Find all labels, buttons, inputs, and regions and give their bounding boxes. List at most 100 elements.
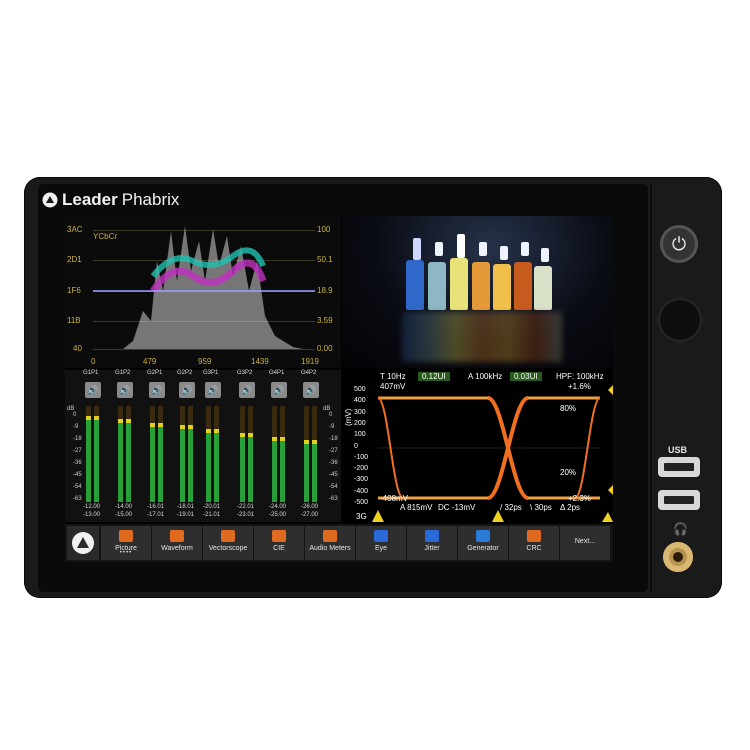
toolbar-button-picture[interactable]: Picture •••• [101,526,151,560]
brand-logo: Leader Phabrix [42,190,179,210]
headphone-jack[interactable] [663,542,693,572]
channel-label: G4P1 [269,370,285,376]
db-scale-tick: 0 [73,412,77,418]
speaker-icon[interactable]: 🔊 [85,382,101,398]
panel-divider [650,184,652,592]
toolbar-button-waveform[interactable]: Waveform [152,526,202,560]
usb-port[interactable] [658,490,700,510]
channel-value: -26.00 [301,504,319,510]
db-scale-tick: -54 [329,484,338,490]
channel-value: -20.01 [203,504,221,510]
page-dots: •••• [119,550,133,556]
picture-panel[interactable] [342,216,613,368]
db-scale-tick: -27 [329,448,338,454]
level-bar [312,442,317,502]
channel-value: -22.01 [237,504,255,510]
usb-port[interactable] [658,457,700,477]
channel-value: -21.01 [203,512,221,518]
wf-right-tick: 3.59 [317,316,333,325]
speaker-icon[interactable]: 🔊 [179,382,195,398]
home-button[interactable] [67,526,99,560]
toolbar-button-crc[interactable]: CRC [509,526,559,560]
toolbar-button-cie[interactable]: CIE [254,526,304,560]
peak-marker [126,419,131,423]
level-bar [206,431,211,502]
waveform-trace [93,226,315,349]
peak-marker [180,425,185,429]
peak-marker [150,423,155,427]
toolbar-button-vectorscope[interactable]: Vectorscope [203,526,253,560]
db-scale-tick: -27 [73,448,82,454]
db-scale-tick: -18 [73,436,82,442]
level-bar [280,439,285,502]
speaker-icon[interactable]: 🔊 [205,382,221,398]
channel-value: -19.01 [177,512,195,518]
peak-marker [280,437,285,441]
channel-label: G3P1 [203,370,219,376]
channel-label: G1P1 [83,370,99,376]
channel-label: G2P2 [177,370,193,376]
wf-right-tick: 0.00 [317,344,333,353]
peak-marker [158,423,163,427]
wf-x-tick: 479 [143,357,157,366]
toolbar-button-label: CIE [273,545,285,552]
toolbar-button-eye[interactable]: Eye [356,526,406,560]
wf-right-tick: 50.1 [317,255,333,264]
level-bar [304,442,309,502]
lcd-display: 3AC 2D1 1F6 11B 40 YCbCr 100 50.1 18.9 3… [65,216,613,562]
level-bar [150,425,155,502]
audio-meters-panel[interactable]: G1P1 🔊 -12.00 -13.00 G1P2 🔊 -14.00 -15.00 G2P1 🔊 -… [65,370,341,522]
wf-x-tick: 1439 [251,357,269,366]
level-bar [118,421,123,502]
channel-label: G4P2 [301,370,317,376]
toolbar: Picture •••• Waveform Vectorscope CIE Audio M… [65,524,613,562]
channel-value: -13.00 [83,512,101,518]
peak-marker [214,429,219,433]
channel-value: -16.01 [147,504,165,510]
peak-marker [248,433,253,437]
peak-marker [312,440,317,444]
speaker-icon[interactable]: 🔊 [117,382,133,398]
level-bar [180,427,185,502]
wf-right-tick: 100 [317,225,331,234]
toolbar-button-label: Jitter [424,545,440,552]
speaker-icon[interactable]: 🔊 [271,382,287,398]
level-bar [272,439,277,502]
channel-value: -17.01 [147,512,165,518]
brand-name-light: Phabrix [121,190,180,209]
channel-value: -25.00 [269,512,287,518]
db-scale-tick: -36 [329,460,338,466]
channel-label: G1P2 [115,370,131,376]
peak-marker [118,419,123,423]
toolbar-button-label: Generator [467,545,499,552]
speaker-icon[interactable]: 🔊 [149,382,165,398]
control-knob[interactable] [660,300,700,340]
level-bar [126,421,131,502]
peak-marker [86,416,91,420]
db-scale-tick: -45 [73,472,82,478]
channel-value: -27.00 [301,512,319,518]
level-bar [248,435,253,502]
channel-value: -23.01 [237,512,255,518]
generator-icon [476,530,490,542]
level-bar [158,425,163,502]
level-bar [240,435,245,502]
level-bar [86,418,91,502]
toolbar-button-next[interactable]: Next... [560,526,610,560]
headphones-icon: 🎧 [673,522,688,536]
toolbar-button-generator[interactable]: Generator [458,526,508,560]
level-bar [214,431,219,502]
eye-panel[interactable]: T 10Hz 0.12UI A 100kHz 0.03UI HPF: 100kH… [342,370,613,522]
db-scale-tick: -18 [329,436,338,442]
toolbar-button-label: Waveform [161,545,193,552]
power-button[interactable]: ⏻ [660,225,698,263]
channel-label: G2P1 [147,370,163,376]
toolbar-button-jitter[interactable]: Jitter [407,526,457,560]
logo-icon [72,532,94,554]
audio-meters-icon [323,530,337,542]
waveform-panel[interactable]: 3AC 2D1 1F6 11B 40 YCbCr 100 50.1 18.9 3… [65,216,341,368]
toolbar-button-audio-meters[interactable]: Audio Meters [305,526,355,560]
wf-left-tick: 3AC [67,225,83,234]
speaker-icon[interactable]: 🔊 [303,382,319,398]
speaker-icon[interactable]: 🔊 [239,382,255,398]
